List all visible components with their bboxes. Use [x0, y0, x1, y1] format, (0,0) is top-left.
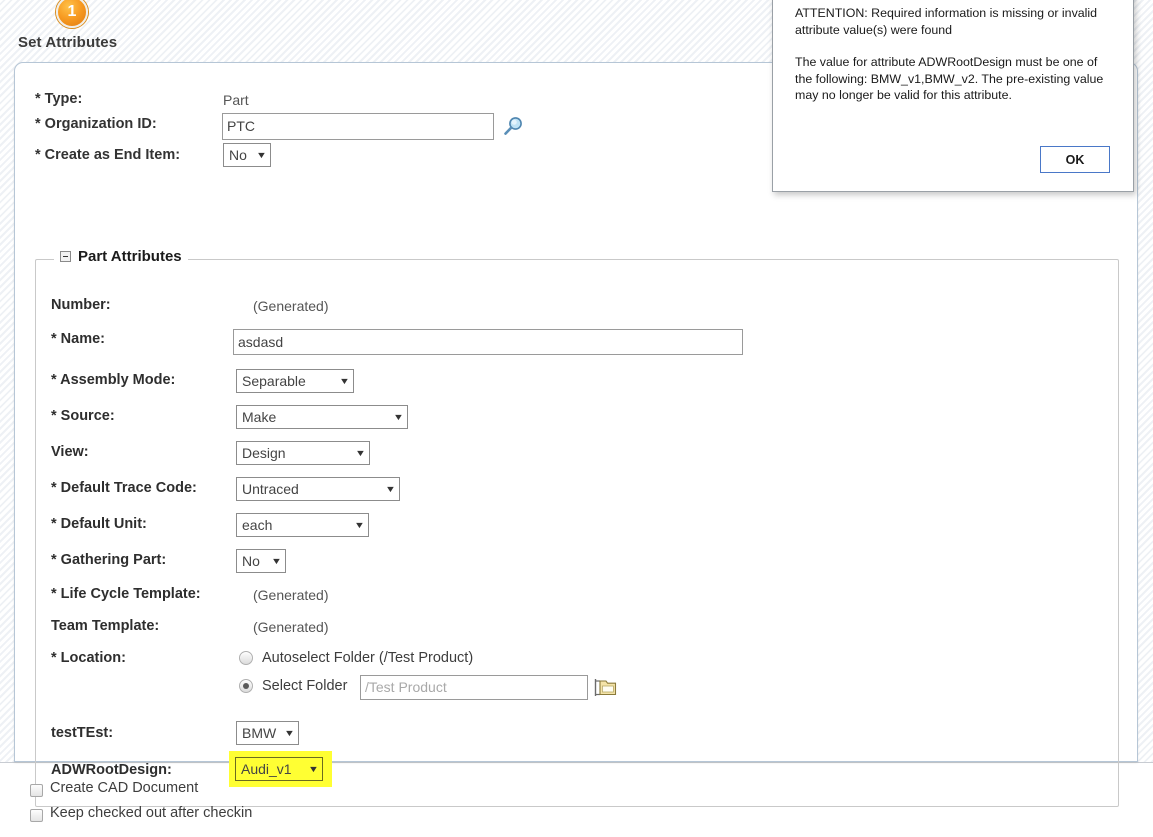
default-unit-select[interactable]: each ▼ [236, 513, 369, 537]
dialog-paragraph-detail: The value for attribute ADWRootDesign mu… [795, 55, 1104, 102]
dialog-ok-button[interactable]: OK [1040, 146, 1110, 173]
label-create-cad-document: Create CAD Document [50, 780, 199, 796]
adw-root-design-select[interactable]: Audi_v1 ▼ [235, 757, 323, 781]
collapse-minus-icon[interactable] [60, 251, 71, 262]
search-icon[interactable] [501, 115, 525, 144]
page-title: Set Attributes [18, 34, 118, 51]
label-name: * Name: [51, 331, 105, 347]
label-create-as-end-item: * Create as End Item: [35, 147, 181, 163]
part-attributes-title: Part Attributes [78, 248, 182, 265]
label-default-trace-code: * Default Trace Code: [51, 480, 197, 496]
source-value: Make [242, 409, 277, 425]
step-number-badge: 1 [56, 0, 88, 32]
value-life-cycle-template: (Generated) [253, 587, 329, 603]
value-type: Part [223, 92, 249, 108]
name-input[interactable] [233, 329, 743, 355]
assembly-mode-select[interactable]: Separable ▼ [236, 369, 354, 393]
checkbox-create-cad-document[interactable] [30, 784, 43, 797]
radio-select-folder[interactable] [239, 679, 253, 693]
create-as-end-item-select[interactable]: No ▼ [223, 143, 271, 167]
checkbox-keep-checked-out[interactable] [30, 809, 43, 822]
chevron-down-icon: ▼ [392, 412, 405, 422]
chevron-down-icon: ▼ [255, 150, 268, 160]
chevron-down-icon: ▼ [284, 728, 296, 738]
default-unit-value: each [242, 517, 273, 533]
label-organization-id: * Organization ID: [35, 116, 157, 132]
label-type: * Type: [35, 91, 83, 107]
organization-id-input[interactable] [222, 113, 494, 140]
create-as-end-item-value: No [229, 147, 247, 163]
label-gathering-part: * Gathering Part: [51, 552, 167, 568]
view-value: Design [242, 445, 286, 461]
label-location: * Location: [51, 650, 126, 666]
adw-root-design-highlight: Audi_v1 ▼ [229, 751, 332, 787]
dialog-message-body: ATTENTION: Required information is missi… [795, 5, 1115, 120]
value-team-template: (Generated) [253, 619, 329, 635]
label-view: View: [51, 444, 89, 460]
label-autoselect-folder: Autoselect Folder (/Test Product) [262, 650, 474, 666]
assembly-mode-value: Separable [242, 373, 306, 389]
label-number: Number: [51, 297, 111, 313]
chevron-down-icon: ▼ [338, 376, 351, 386]
chevron-down-icon: ▼ [307, 764, 320, 774]
label-life-cycle-template: * Life Cycle Template: [51, 586, 201, 602]
chevron-down-icon: ▼ [270, 556, 283, 566]
test-test-select[interactable]: BMW ▼ [236, 721, 300, 745]
chevron-down-icon: ▼ [353, 520, 366, 530]
default-trace-code-value: Untraced [242, 481, 299, 497]
default-trace-code-select[interactable]: Untraced ▼ [236, 477, 400, 501]
gathering-part-value: No [242, 553, 260, 569]
label-default-unit: * Default Unit: [51, 516, 147, 532]
chevron-down-icon: ▼ [354, 448, 367, 458]
source-select[interactable]: Make ▼ [236, 405, 408, 429]
select-folder-input[interactable] [360, 675, 588, 700]
label-assembly-mode: * Assembly Mode: [51, 372, 176, 388]
view-select[interactable]: Design ▼ [236, 441, 370, 465]
gathering-part-select[interactable]: No ▼ [236, 549, 286, 573]
wizard-page: 1 Set Attributes * Type: Part * Organiza… [0, 0, 1153, 837]
radio-autoselect-folder[interactable] [239, 651, 253, 665]
step-number-label: 1 [56, 0, 88, 28]
value-number: (Generated) [253, 298, 329, 314]
label-keep-checked-out: Keep checked out after checkin [50, 805, 253, 821]
dialog-paragraph-attention: ATTENTION: Required information is missi… [795, 6, 1098, 37]
chevron-down-icon: ▼ [384, 484, 397, 494]
label-test-test: testTEst: [51, 725, 114, 741]
folder-browse-icon[interactable] [593, 676, 619, 705]
test-test-value: BMW [242, 725, 277, 741]
label-adw-root-design: ADWRootDesign: [51, 762, 172, 778]
label-select-folder: Select Folder [262, 678, 348, 694]
label-source: * Source: [51, 408, 115, 424]
adw-root-design-value: Audi_v1 [241, 761, 292, 777]
part-attributes-legend: Part Attributes [54, 248, 188, 265]
label-team-template: Team Template: [51, 618, 160, 634]
validation-dialog: ATTENTION: Required information is missi… [772, 0, 1134, 192]
